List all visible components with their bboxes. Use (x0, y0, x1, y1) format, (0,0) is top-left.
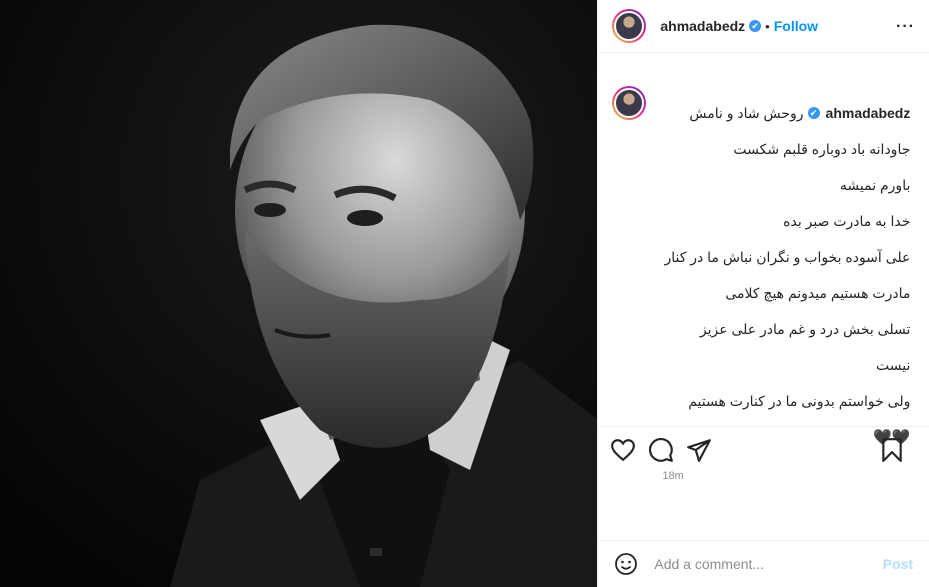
comment-icon[interactable] (648, 437, 674, 463)
post-header: ahmadabedz ✔ • Follow ··· (598, 0, 929, 53)
follow-button[interactable]: Follow (774, 18, 818, 34)
caption-line: نیست (876, 357, 911, 373)
comment-input[interactable] (652, 555, 883, 573)
caption-line: علی آسوده بخواب و نگران نباش ما در کنار (664, 249, 911, 265)
comment-box: Post (598, 540, 929, 587)
username-link[interactable]: ahmadabedz (660, 18, 745, 34)
bookmark-icon[interactable] (879, 437, 905, 463)
post-sidebar: ahmadabedz ✔ • Follow ··· ahmadabedz ✔ روح… (597, 0, 929, 587)
caption-line: باورم نمیشه (839, 177, 911, 193)
caption-line: روحش شاد و نامش (689, 105, 804, 121)
caption-line: تسلی بخش درد و غم مادر علی عزیز (699, 321, 911, 337)
caption-line: مادرت هستیم میدونم هیچ کلامی (725, 285, 911, 301)
avatar[interactable] (612, 9, 647, 43)
portrait-image (0, 0, 598, 587)
heart-icon[interactable] (610, 437, 636, 463)
post-comment-button[interactable]: Post (883, 556, 913, 572)
caption-avatar[interactable] (612, 86, 647, 120)
emoji-icon[interactable] (614, 552, 638, 576)
separator-dot: • (765, 18, 770, 34)
caption-line: جاودانه باد دوباره قلبم شکست (733, 141, 911, 157)
caption-text: ahmadabedz ✔ روحش شاد و نامش جاودانه باد د… (662, 86, 910, 447)
instagram-post: ahmadabedz ✔ • Follow ··· ahmadabedz ✔ روح… (0, 0, 929, 587)
avatar-image (614, 11, 645, 41)
more-options-icon[interactable]: ··· (896, 18, 915, 36)
verified-badge-icon: ✔ (749, 20, 762, 32)
post-actions (598, 426, 929, 473)
caption-avatar-image (614, 88, 645, 118)
caption-verified-badge-icon: ✔ (807, 107, 820, 119)
caption-line: خدا به مادرت صبر بده (783, 213, 911, 229)
caption-username-link[interactable]: ahmadabedz (826, 104, 911, 122)
caption-line: ولی خواستم بدونی ما در کنارت هستیم (688, 393, 911, 409)
post-photo[interactable] (0, 0, 598, 587)
share-icon[interactable] (686, 437, 712, 463)
